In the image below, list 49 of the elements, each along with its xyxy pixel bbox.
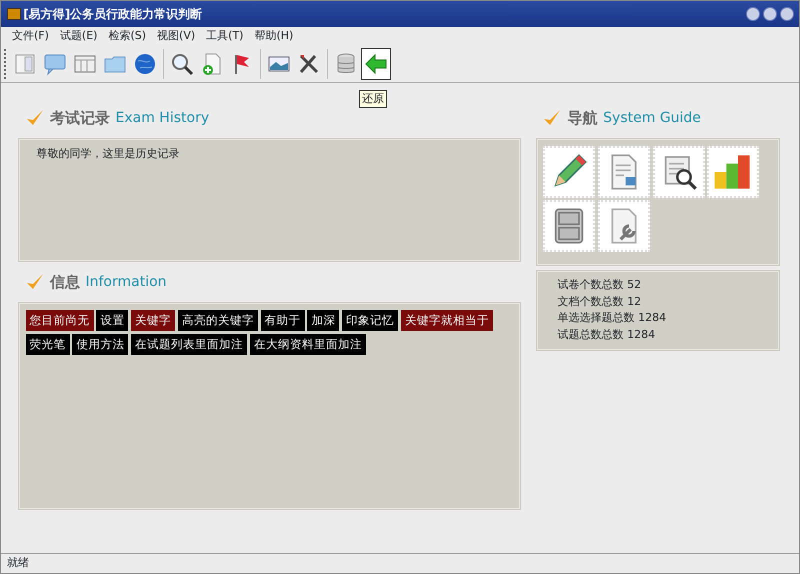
section-title: 信息 xyxy=(50,272,80,293)
keyword-tag: 荧光笔 xyxy=(26,334,70,355)
keyword-tag: 使用方法 xyxy=(72,334,128,355)
keyword-tag: 关键字 xyxy=(131,310,175,331)
tooltip: 还原 xyxy=(358,90,387,108)
section-subtitle: Information xyxy=(86,272,167,292)
menu-item[interactable]: 检索(S) xyxy=(108,28,146,44)
keyword-tag: 印象记忆 xyxy=(342,310,398,331)
menu-item[interactable]: 试题(E) xyxy=(60,28,98,44)
back-arrow-icon xyxy=(364,52,388,76)
guide-tile[interactable] xyxy=(543,200,596,252)
minimize-button[interactable] xyxy=(746,7,760,21)
search-icon xyxy=(170,52,194,76)
guide-tile[interactable] xyxy=(598,146,650,198)
app-icon xyxy=(6,8,20,20)
guide-tile[interactable] xyxy=(543,146,596,198)
history-text: 尊敬的同学，这里是历史记录 xyxy=(36,146,180,162)
menu-item[interactable]: 视图(V) xyxy=(157,28,196,44)
keyword-tag: 加深 xyxy=(307,310,340,331)
keyword-tag: 设置 xyxy=(96,310,128,331)
globe-icon xyxy=(132,52,157,76)
toolbar-grip xyxy=(4,48,6,78)
section-title: 考试记录 xyxy=(50,108,110,129)
keyword-tag: 有助于 xyxy=(260,310,304,331)
chat-bubble-icon xyxy=(42,52,67,76)
window-panel-icon xyxy=(12,52,37,76)
stat-line: 文档个数总数 12 xyxy=(558,294,642,310)
guide-tile[interactable] xyxy=(598,200,650,252)
toolbar-button[interactable] xyxy=(360,48,391,80)
stat-line: 试卷个数总数 52 xyxy=(558,277,642,293)
section-subtitle: Exam History xyxy=(116,108,210,128)
keyword-tag: 在试题列表里面加注 xyxy=(131,334,247,355)
window-title: [易方得]公务员行政能力常识判断 xyxy=(23,6,204,23)
menu-item[interactable]: 帮助(H) xyxy=(254,28,294,44)
close-button[interactable] xyxy=(780,7,794,21)
guide-tile[interactable] xyxy=(652,146,705,198)
guide-tile[interactable] xyxy=(707,146,760,198)
menu-item[interactable]: 文件(F) xyxy=(12,28,49,44)
keyword-tag: 关键字就相当于 xyxy=(400,310,493,331)
stat-line: 试题总数总数 1284 xyxy=(558,326,656,342)
section-subtitle: System Guide xyxy=(603,108,701,128)
keyword-tag: 在大纲资料里面加注 xyxy=(250,334,366,355)
maximize-button[interactable] xyxy=(762,7,777,21)
status-text: 就绪 xyxy=(7,555,29,572)
menu-item[interactable]: 工具(T) xyxy=(206,28,244,44)
keyword-tag: 您目前尚无 xyxy=(26,310,94,331)
stat-line: 单选选择题总数 1284 xyxy=(558,310,668,326)
keyword-tag: 高亮的关键字 xyxy=(178,310,258,331)
section-title: 导航 xyxy=(568,108,598,129)
